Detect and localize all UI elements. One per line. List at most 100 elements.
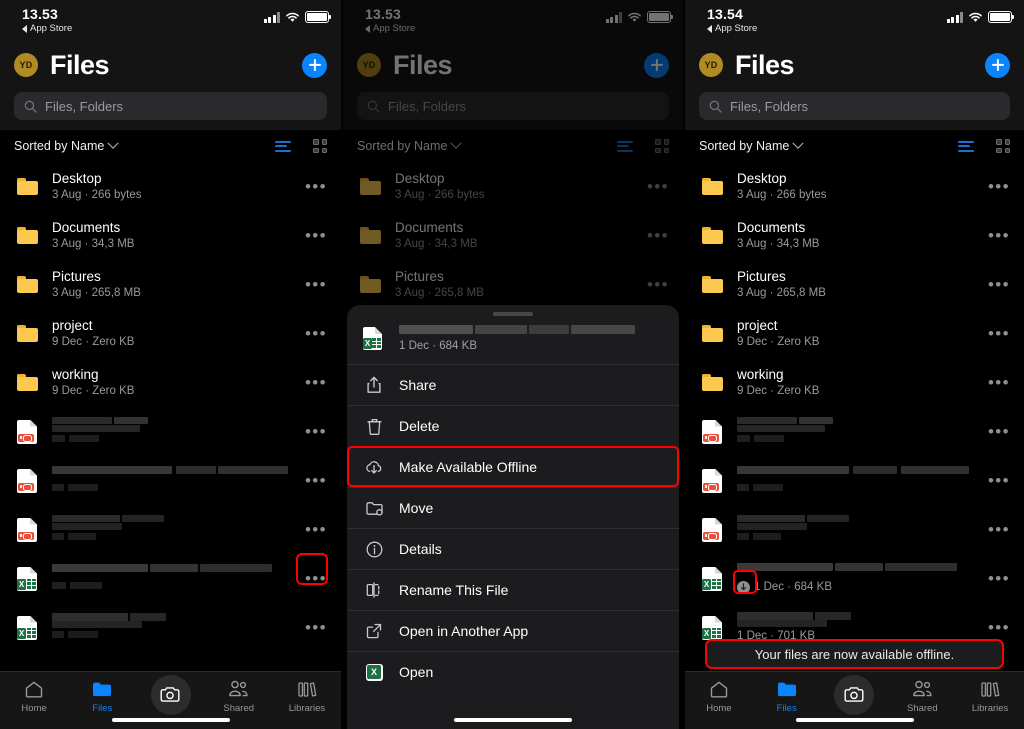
more-options-button[interactable]: ••• [982,423,1010,440]
search-input[interactable]: Files, Folders [14,92,327,120]
more-options-button[interactable]: ••• [299,570,327,587]
list-item[interactable]: Documents 3 Aug · 34,3 MB ••• [685,211,1024,260]
list-item[interactable]: Documents 3 Aug · 34,3 MB ••• [343,211,683,260]
list-item[interactable]: Documents 3 Aug · 34,3 MB ••• [0,211,341,260]
menu-item-rename[interactable]: Rename This File [347,569,679,610]
add-button[interactable] [302,52,327,78]
list-item[interactable]: ••• [685,456,1024,505]
add-button[interactable] [644,52,669,78]
add-button[interactable] [985,52,1010,78]
wifi-icon [285,12,300,23]
list-item[interactable]: ••• [0,554,341,603]
more-options-button[interactable]: ••• [299,374,327,391]
list-item[interactable]: working 9 Dec · Zero KB ••• [685,358,1024,407]
folder-icon [699,374,725,391]
more-options-button[interactable]: ••• [641,178,669,195]
list-item[interactable]: ••• [0,505,341,554]
list-item[interactable]: 1 Dec · 684 KB ••• [685,554,1024,603]
more-options-button[interactable]: ••• [299,521,327,538]
more-options-button[interactable]: ••• [299,619,327,636]
more-options-button[interactable]: ••• [299,325,327,342]
sort-selector[interactable]: Sorted by Name [699,137,804,153]
menu-item-label: Share [399,377,437,393]
list-item[interactable]: Desktop 3 Aug · 266 bytes ••• [343,162,683,211]
tab-shared[interactable]: Shared [888,679,956,714]
more-options-button[interactable]: ••• [982,472,1010,489]
more-options-button[interactable]: ••• [982,570,1010,587]
list-item[interactable]: working 9 Dec · Zero KB ••• [0,358,341,407]
more-options-button[interactable]: ••• [982,325,1010,342]
more-options-button[interactable]: ••• [982,374,1010,391]
list-view-button[interactable] [617,140,633,152]
libraries-icon [980,679,1000,699]
list-view-button[interactable] [958,140,974,152]
item-meta: 9 Dec · Zero KB [737,335,820,348]
more-options-button[interactable]: ••• [641,276,669,293]
folder-icon [14,325,40,342]
pdf-file-icon [699,468,725,493]
more-options-button[interactable]: ••• [982,521,1010,538]
avatar[interactable]: YD [357,53,381,77]
menu-item-open-in-another-app[interactable]: Open in Another App [347,610,679,651]
more-options-button[interactable]: ••• [982,227,1010,244]
sort-selector[interactable]: Sorted by Name [14,137,119,153]
list-item[interactable]: Pictures 3 Aug · 265,8 MB ••• [685,260,1024,309]
tab-home[interactable]: Home [685,679,753,714]
menu-item-open[interactable]: X Open [347,651,679,692]
tab-home-label: Home [706,703,732,714]
more-options-button[interactable]: ••• [299,227,327,244]
tab-home[interactable]: Home [0,679,68,714]
tab-libraries[interactable]: Libraries [956,679,1024,714]
list-item[interactable]: ••• [0,407,341,456]
list-view-button[interactable] [275,140,291,152]
grid-view-button[interactable] [996,139,1010,153]
list-item[interactable]: project 9 Dec · Zero KB ••• [685,309,1024,358]
tab-home-label: Home [21,703,47,714]
menu-item-details[interactable]: Details [347,528,679,569]
list-item[interactable]: Desktop 3 Aug · 266 bytes ••• [0,162,341,211]
tab-files[interactable]: Files [753,679,821,714]
more-options-button[interactable]: ••• [982,178,1010,195]
menu-item-move[interactable]: Move [347,487,679,528]
status-back-to-app[interactable]: App Store [22,23,327,34]
tab-libraries[interactable]: Libraries [273,679,341,714]
menu-item-delete[interactable]: Delete [347,405,679,446]
camera-button[interactable] [821,675,889,715]
list-item[interactable]: Pictures 3 Aug · 265,8 MB ••• [343,260,683,309]
tab-bar: Home Files Shared Libraries [685,671,1024,729]
list-item[interactable]: project 9 Dec · Zero KB ••• [0,309,341,358]
more-options-button[interactable]: ••• [299,276,327,293]
more-options-button[interactable]: ••• [982,276,1010,293]
chevron-down-icon [107,137,119,149]
item-meta-redacted [52,581,299,594]
more-options-button[interactable]: ••• [982,619,1010,636]
list-item[interactable]: Pictures 3 Aug · 265,8 MB ••• [0,260,341,309]
status-back-to-app[interactable]: App Store [707,23,1010,34]
more-options-button[interactable]: ••• [641,227,669,244]
list-item[interactable]: Desktop 3 Aug · 266 bytes ••• [685,162,1024,211]
more-options-button[interactable]: ••• [299,178,327,195]
camera-button[interactable] [136,675,204,715]
avatar[interactable]: YD [699,53,723,77]
sort-selector[interactable]: Sorted by Name [357,137,462,153]
menu-item-make-available-offline[interactable]: Make Available Offline [347,446,679,487]
list-item[interactable]: ••• [0,456,341,505]
avatar[interactable]: YD [14,53,38,77]
item-meta: 3 Aug · 34,3 MB [737,237,820,250]
list-item[interactable]: ••• [0,603,341,652]
more-options-button[interactable]: ••• [299,423,327,440]
tab-shared[interactable]: Shared [205,679,273,714]
list-item[interactable]: ••• [685,505,1024,554]
search-icon [24,100,37,113]
grid-view-button[interactable] [655,139,669,153]
item-name: Documents [737,219,806,235]
status-back-to-app[interactable]: App Store [365,23,669,34]
tab-files[interactable]: Files [68,679,136,714]
search-input[interactable]: Files, Folders [699,92,1010,120]
menu-item-share[interactable]: Share [347,364,679,405]
search-input[interactable]: Files, Folders [357,92,669,120]
more-options-button[interactable]: ••• [299,472,327,489]
excel-file-icon [14,615,40,640]
list-item[interactable]: ••• [685,407,1024,456]
grid-view-button[interactable] [313,139,327,153]
